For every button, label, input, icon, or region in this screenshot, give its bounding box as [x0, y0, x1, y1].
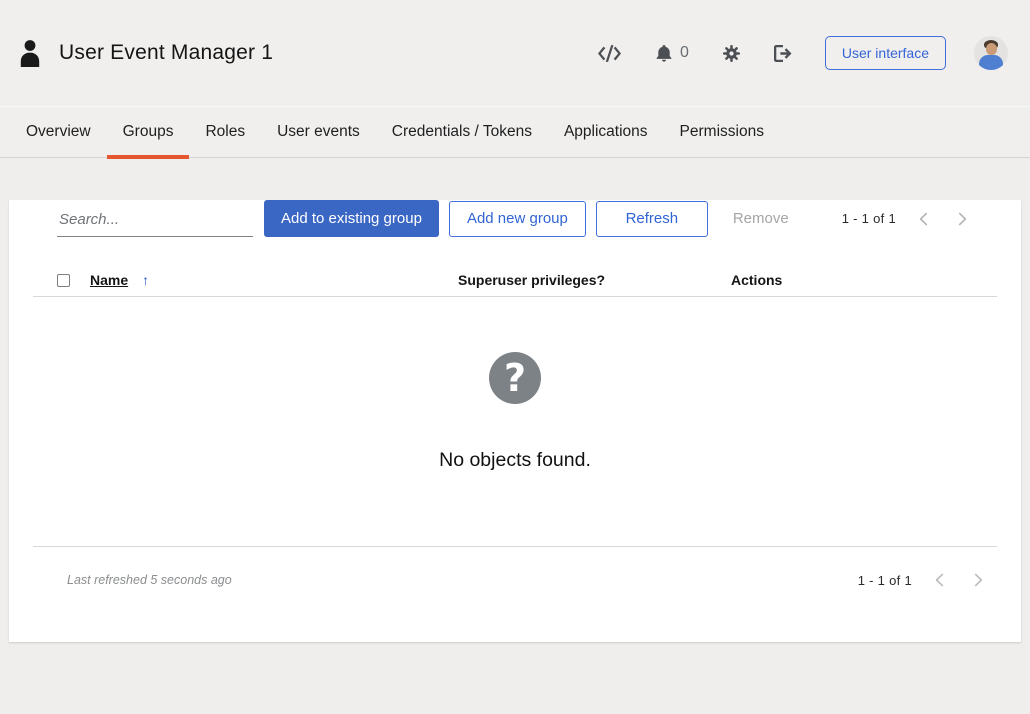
sign-out-icon[interactable]	[770, 41, 798, 66]
empty-state: ? No objects found.	[9, 297, 1021, 546]
question-mark-icon: ?	[489, 352, 541, 404]
header-actions: 0 User interface	[594, 36, 1008, 70]
code-icon[interactable]	[594, 41, 625, 66]
column-header-name[interactable]: Name	[90, 272, 128, 288]
table-header-wrap: Name ↑ Superuser privileges? Actions	[33, 264, 997, 297]
page-title: User Event Manager 1	[59, 41, 273, 65]
tab-credentials-tokens[interactable]: Credentials / Tokens	[376, 107, 548, 157]
tab-overview[interactable]: Overview	[10, 107, 107, 157]
avatar[interactable]	[974, 36, 1008, 70]
notification-count: 0	[680, 44, 689, 62]
footer-pagination-range: 1 - 1 of 1	[858, 573, 912, 588]
settings-gear-icon[interactable]	[719, 41, 744, 66]
pagination-range: 1 - 1 of 1	[842, 211, 896, 226]
remove-button[interactable]: Remove	[721, 201, 801, 237]
user-icon	[18, 39, 42, 67]
footer-previous-page-icon[interactable]	[932, 571, 947, 589]
tab-permissions[interactable]: Permissions	[664, 107, 780, 157]
previous-page-icon[interactable]	[916, 210, 931, 228]
tab-bar: Overview Groups Roles User events Creden…	[0, 107, 1030, 158]
bell-icon	[655, 44, 673, 63]
header-title-group: User Event Manager 1	[18, 39, 273, 67]
tab-groups[interactable]: Groups	[107, 107, 190, 157]
notifications-button[interactable]: 0	[651, 40, 693, 67]
tab-applications[interactable]: Applications	[548, 107, 664, 157]
app-header: User Event Manager 1 0	[0, 0, 1030, 107]
avatar-face	[986, 43, 997, 55]
footer-pagination: 1 - 1 of 1	[858, 571, 986, 589]
table-header-row: Name ↑ Superuser privileges? Actions	[33, 264, 997, 296]
avatar-shirt	[979, 55, 1003, 70]
toolbar-pagination: 1 - 1 of 1	[842, 210, 970, 228]
search-field[interactable]	[57, 200, 253, 237]
next-page-icon[interactable]	[955, 210, 970, 228]
column-header-superuser: Superuser privileges?	[458, 272, 731, 288]
toolbar: Add to existing group Add new group Refr…	[9, 200, 1021, 237]
tab-user-events[interactable]: User events	[261, 107, 376, 157]
table-footer-wrap: Last refreshed 5 seconds ago 1 - 1 of 1	[33, 546, 997, 642]
add-to-existing-group-button[interactable]: Add to existing group	[264, 200, 439, 237]
tab-roles[interactable]: Roles	[189, 107, 261, 157]
refresh-button[interactable]: Refresh	[596, 201, 708, 237]
question-mark-glyph: ?	[504, 359, 526, 397]
add-new-group-button[interactable]: Add new group	[449, 201, 586, 237]
column-header-name-group: Name ↑	[90, 272, 458, 288]
table-footer: Last refreshed 5 seconds ago 1 - 1 of 1	[33, 547, 997, 642]
sort-ascending-icon[interactable]: ↑	[142, 272, 149, 288]
select-all-checkbox[interactable]	[57, 274, 70, 287]
column-header-actions: Actions	[731, 272, 997, 288]
last-refreshed-text: Last refreshed 5 seconds ago	[67, 573, 232, 587]
footer-next-page-icon[interactable]	[971, 571, 986, 589]
search-input[interactable]	[57, 211, 253, 236]
content-card: Add to existing group Add new group Refr…	[9, 200, 1021, 642]
empty-state-message: No objects found.	[9, 449, 1021, 472]
user-interface-button[interactable]: User interface	[825, 36, 946, 70]
